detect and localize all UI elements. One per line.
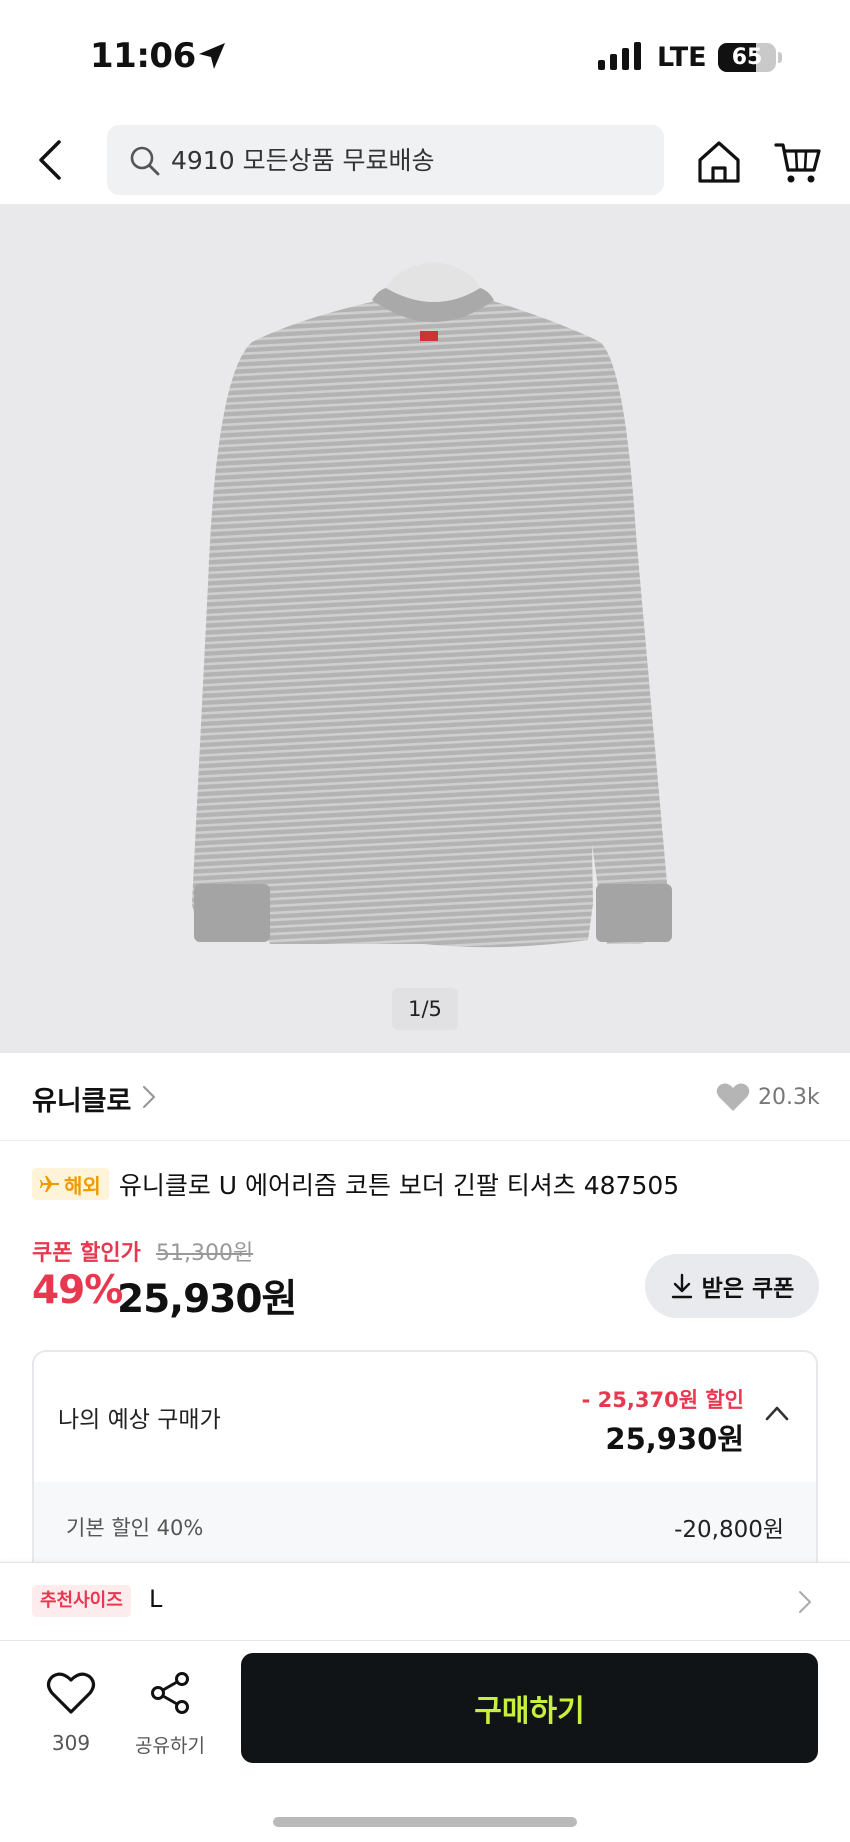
overseas-badge: 해외: [32, 1168, 109, 1200]
estimated-price-label: 나의 예상 구매가: [58, 1407, 221, 1433]
estimated-price: 25,930원: [605, 1422, 744, 1456]
share-icon: [151, 1672, 189, 1714]
cart-button[interactable]: [774, 138, 822, 186]
discount-detail-row: 기본 할인 40% -20,800원: [34, 1482, 816, 1570]
chevron-left-icon: [39, 140, 61, 180]
recommended-size-value: L: [149, 1585, 163, 1613]
brand-like-count: 20.3k: [758, 1084, 820, 1110]
received-coupon-label: 받은 쿠폰: [701, 1276, 795, 1302]
home-button[interactable]: [695, 138, 743, 186]
brand-like-button[interactable]: 20.3k: [716, 1075, 820, 1119]
discount-rate: 49%: [32, 1268, 123, 1313]
download-icon: [671, 1273, 692, 1299]
recommended-size-badge: 추천사이즈: [32, 1585, 131, 1617]
cellular-signal-icon: [598, 42, 641, 70]
heart-icon: [716, 1083, 750, 1111]
product-image[interactable]: 1/5: [0, 204, 850, 1053]
battery-icon: 65: [718, 43, 776, 72]
battery-cap: [778, 52, 782, 63]
discount-detail-label: 기본 할인 40%: [66, 1516, 204, 1540]
wishlist-count: 309: [51, 1731, 91, 1755]
share-button[interactable]: 공유하기: [130, 1671, 210, 1771]
brand-link[interactable]: 유니클로: [32, 1079, 131, 1118]
nav-header: [0, 118, 850, 204]
chevron-up-icon[interactable]: [764, 1404, 790, 1422]
recommended-size-row[interactable]: 추천사이즈 L: [0, 1562, 850, 1640]
product-title: 유니클로 U 에어리즘 코튼 보더 긴팔 티셔츠 487505: [118, 1171, 680, 1200]
estimated-price-panel: 나의 예상 구매가 - 25,370원 할인 25,930원 기본 할인 40%…: [32, 1350, 818, 1570]
overseas-badge-label: 해외: [64, 1173, 101, 1198]
search-box[interactable]: [107, 125, 664, 195]
original-price: 51,300원: [156, 1241, 254, 1266]
image-counter: 1/5: [392, 988, 458, 1030]
cart-icon: [774, 143, 821, 183]
status-time: 11:06: [90, 36, 196, 76]
wishlist-button[interactable]: 309: [36, 1671, 106, 1771]
product-title-row: 해외 유니클로 U 에어리즘 코튼 보더 긴팔 티셔츠 487505: [32, 1164, 832, 1204]
product-photo: [192, 262, 672, 948]
estimated-price-toggle[interactable]: 나의 예상 구매가 - 25,370원 할인 25,930원: [34, 1352, 816, 1482]
home-indicator: [273, 1817, 577, 1827]
search-input[interactable]: [171, 125, 651, 195]
status-bar: 11:06 LTE 65: [0, 0, 850, 118]
chevron-right-icon[interactable]: [140, 1083, 158, 1111]
buy-button-label: 구매하기: [474, 1695, 585, 1728]
buy-button[interactable]: 구매하기: [241, 1653, 818, 1763]
discount-detail-value: -20,800원: [674, 1517, 784, 1543]
location-arrow-icon: [199, 43, 225, 69]
bottom-action-bar: 309 공유하기 구매하기: [0, 1640, 850, 1842]
heart-outline-icon: [46, 1672, 96, 1714]
share-label: 공유하기: [135, 1735, 205, 1757]
search-icon: [130, 146, 160, 176]
battery-percent: 65: [731, 45, 763, 70]
back-button[interactable]: [28, 132, 72, 188]
network-label: LTE: [657, 42, 707, 73]
chevron-right-icon: [799, 1591, 811, 1613]
coupon-price-label: 쿠폰 할인가: [32, 1241, 141, 1266]
brand-row: 유니클로 20.3k: [0, 1053, 850, 1141]
airplane-icon: [40, 1176, 59, 1192]
home-icon: [698, 141, 740, 183]
received-coupon-button[interactable]: 받은 쿠폰: [645, 1254, 819, 1318]
estimated-discount: - 25,370원 할인: [581, 1388, 744, 1412]
sale-price: 25,930원: [117, 1277, 297, 1322]
